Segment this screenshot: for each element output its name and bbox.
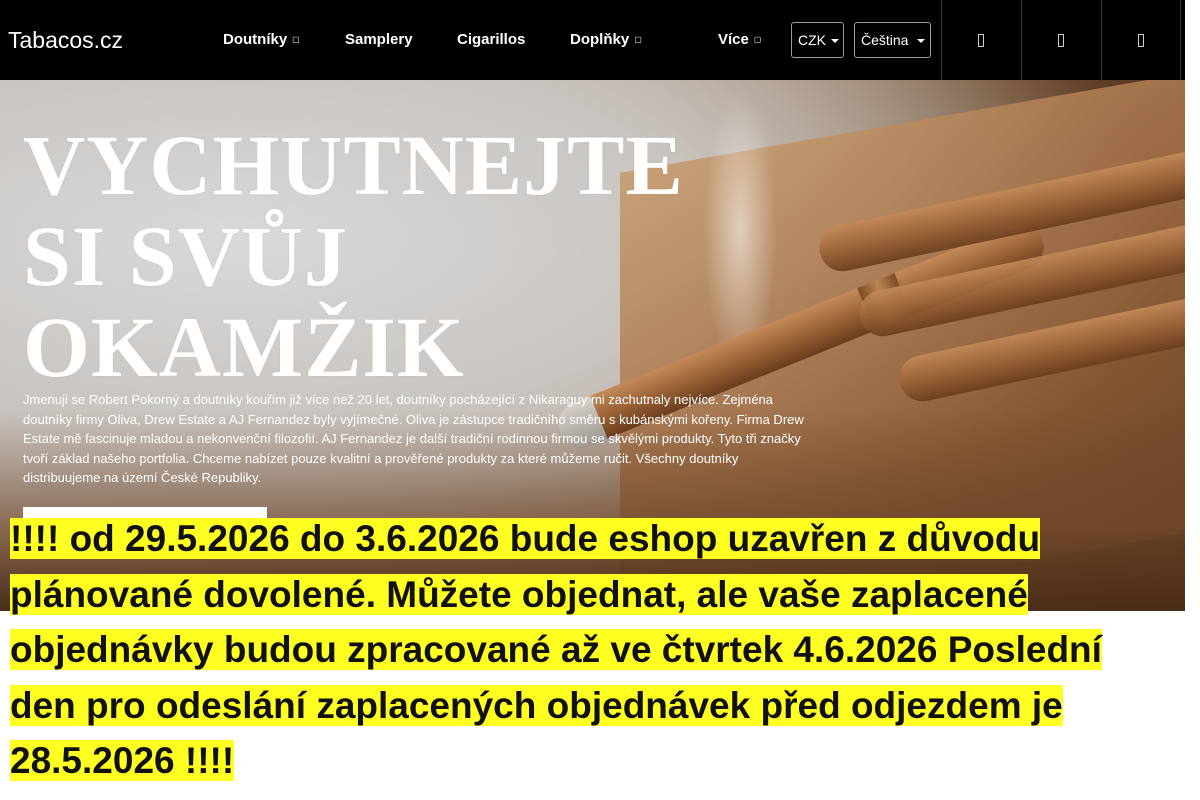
nav-item-label: Samplery xyxy=(345,31,413,48)
hero-title-line: SI SVŮJ xyxy=(23,208,348,304)
nav-item-label: Více xyxy=(718,31,749,48)
caret-down-icon xyxy=(831,39,839,43)
chevron-down-icon: ▢ xyxy=(292,35,300,44)
closure-notice-text: !!!! od 29.5.2026 do 3.6.2026 bude eshop… xyxy=(10,518,1102,782)
nav-item-label: Doplňky xyxy=(570,31,630,48)
hero-title-line: OKAMŽIK xyxy=(23,299,465,395)
nav-item-label: Cigarillos xyxy=(457,31,526,48)
language-select[interactable]: Čeština xyxy=(854,22,931,58)
nav-item-vice[interactable]: Více ▢ xyxy=(718,30,761,50)
hero-title: VYCHUTNEJTE SI SVŮJ OKAMŽIK xyxy=(23,120,723,393)
top-navbar: Tabacos.cz Doutníky ▢ Samplery Cigarillos… xyxy=(0,0,1185,80)
language-value: Čeština xyxy=(861,32,909,48)
nav-item-samplery[interactable]: Samplery xyxy=(345,30,413,50)
closure-notice: !!!! od 29.5.2026 do 3.6.2026 bude eshop… xyxy=(10,511,1150,789)
chevron-down-icon: ▢ xyxy=(634,35,642,44)
nav-item-cigarillos[interactable]: Cigarillos xyxy=(457,30,525,50)
chevron-down-icon: ▢ xyxy=(753,35,762,44)
account-button[interactable] xyxy=(1021,0,1101,80)
currency-value: CZK xyxy=(798,32,826,48)
caret-down-icon xyxy=(917,39,925,43)
user-icon xyxy=(1058,34,1064,47)
site-logo[interactable]: Tabacos.cz xyxy=(8,26,123,54)
cart-button[interactable] xyxy=(1101,0,1181,80)
hero-title-line: VYCHUTNEJTE xyxy=(23,117,684,213)
nav-item-doplnky[interactable]: Doplňky ▢ xyxy=(570,30,642,50)
nav-item-doutniky[interactable]: Doutníky ▢ xyxy=(223,30,300,50)
cart-icon xyxy=(1138,34,1144,47)
search-button[interactable] xyxy=(941,0,1021,80)
currency-select[interactable]: CZK xyxy=(791,22,844,58)
search-icon xyxy=(978,34,984,47)
nav-item-label: Doutníky xyxy=(223,31,288,48)
hero-description: Jmenuji se Robert Pokorný a doutníky kou… xyxy=(23,392,804,485)
